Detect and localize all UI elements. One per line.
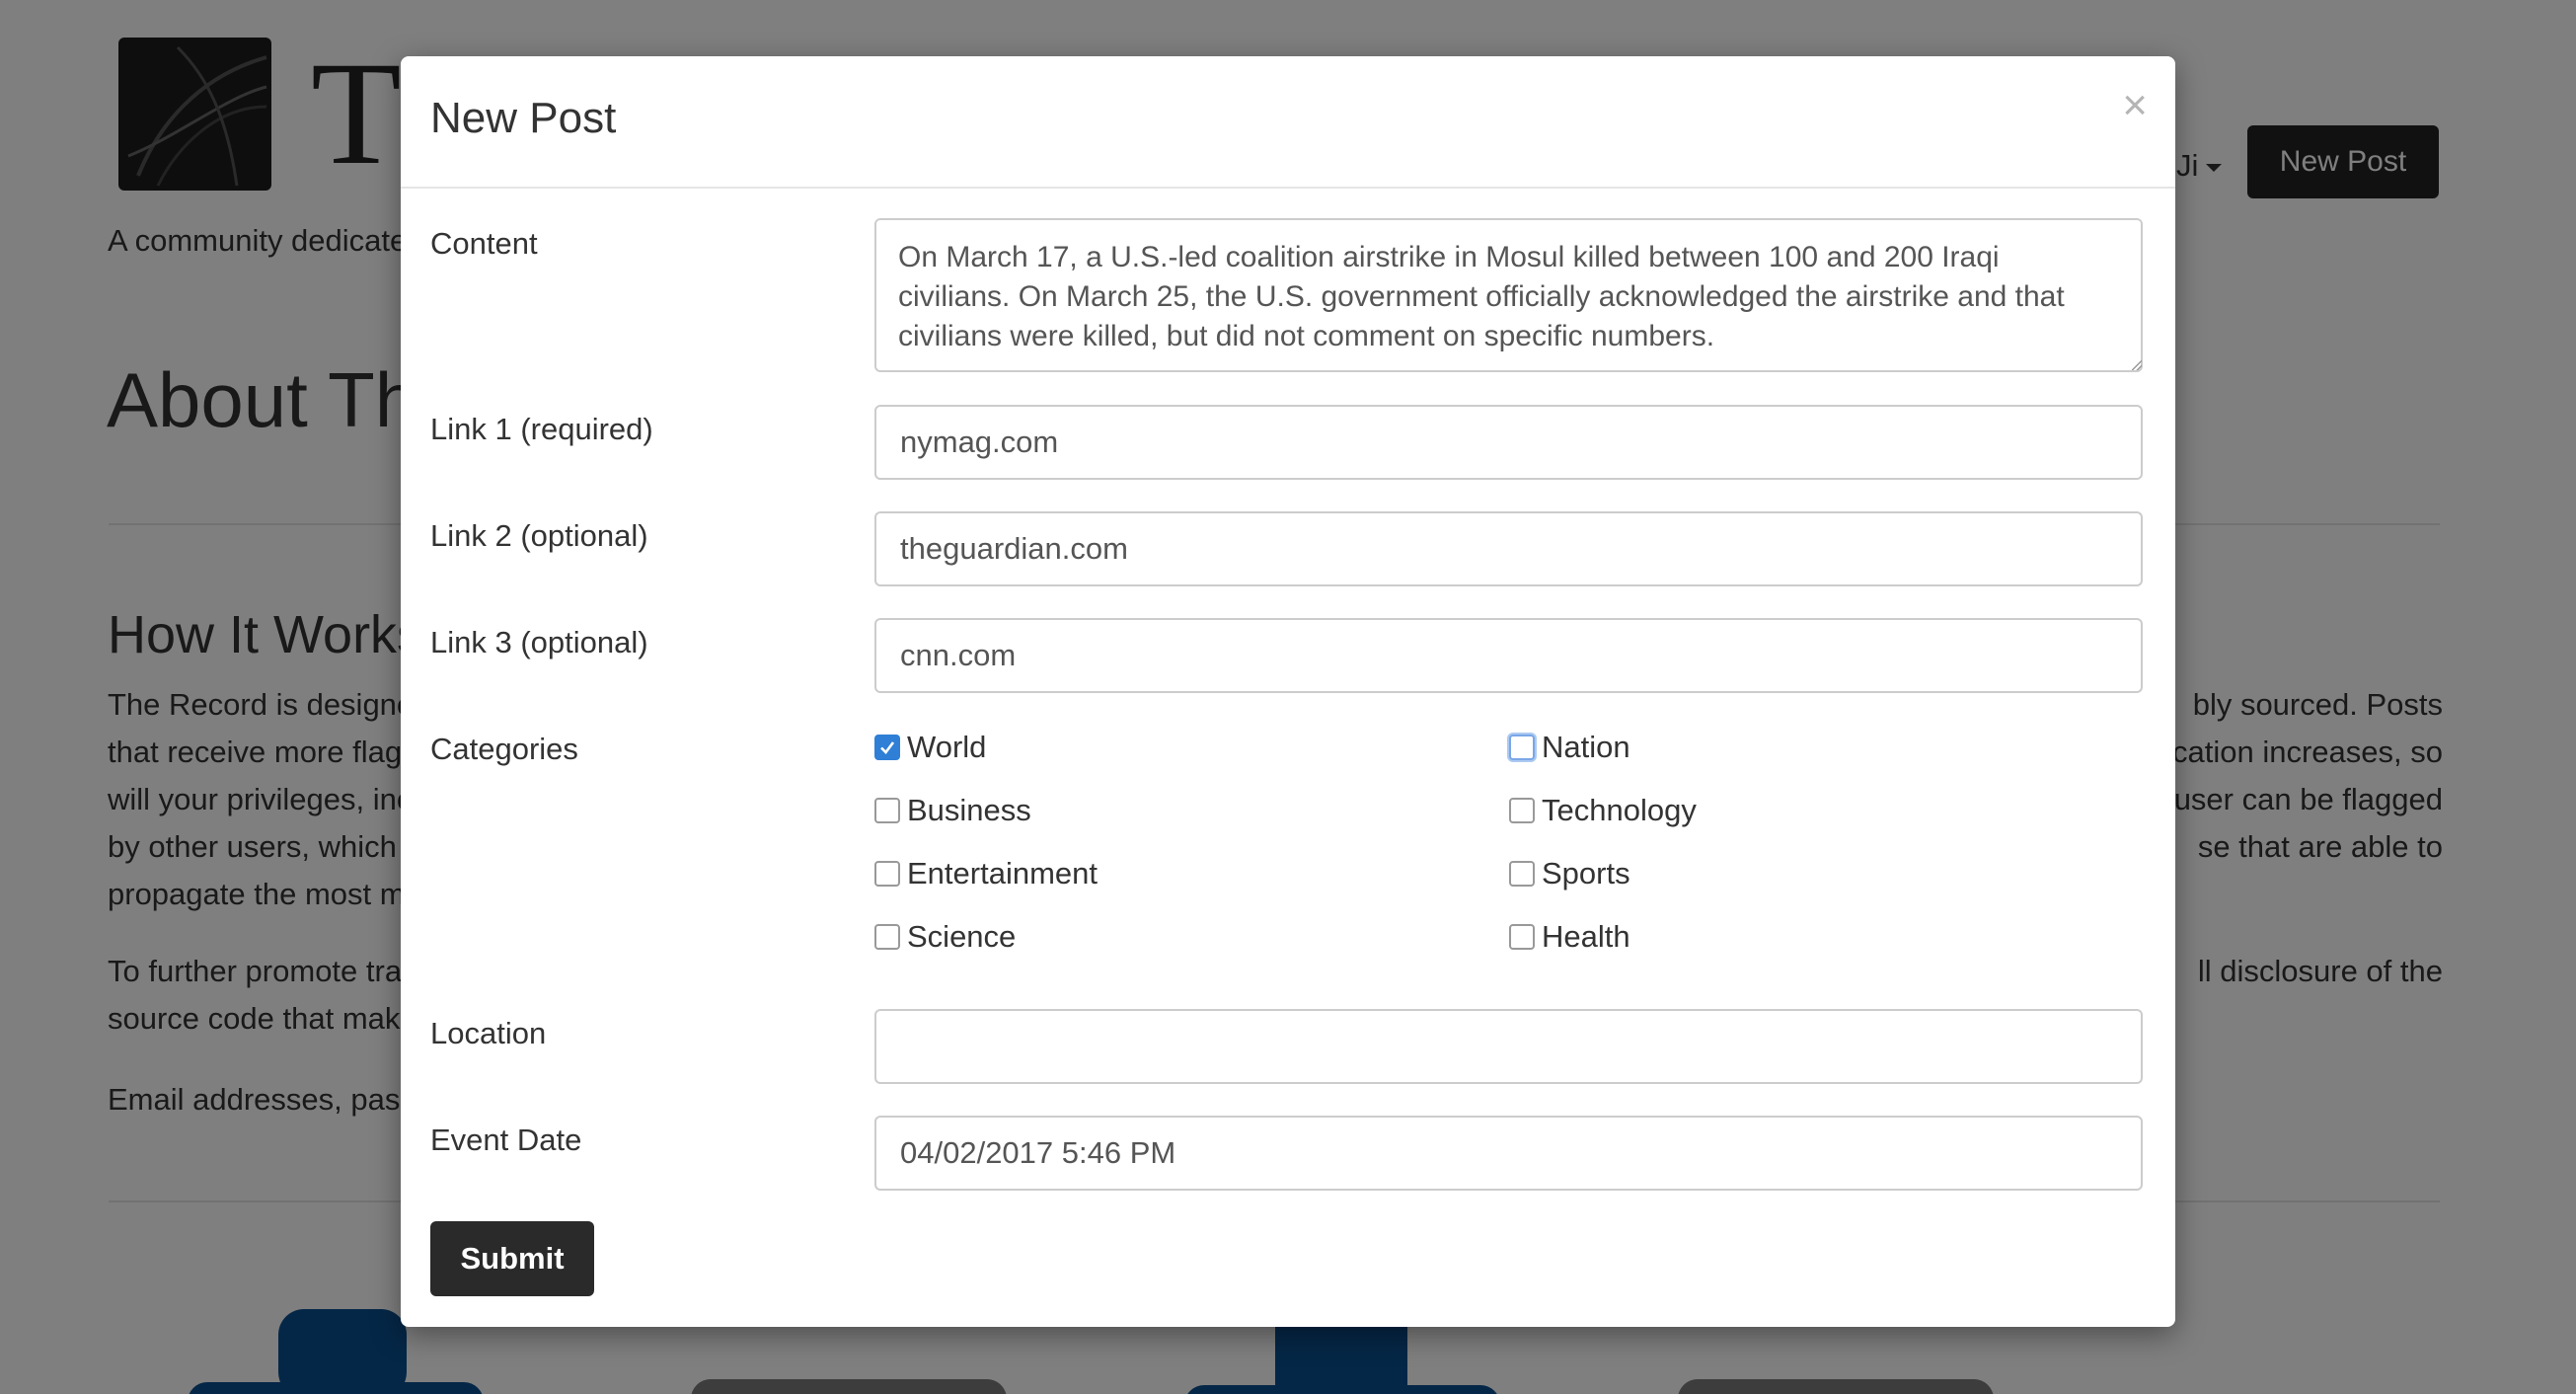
location-label: Location [430,1016,547,1050]
submit-button[interactable]: Submit [430,1221,594,1296]
categories-label: Categories [430,732,578,766]
category-label: Sports [1542,856,1630,891]
link1-input[interactable] [874,405,2143,480]
event-date-input[interactable] [874,1116,2143,1191]
checkmark-icon [880,741,895,754]
category-label: Nation [1542,730,1630,764]
content-label: Content [430,226,538,261]
category-science[interactable]: Science [874,919,1016,955]
checkbox[interactable] [1509,798,1535,823]
close-icon[interactable]: × [2122,84,2148,127]
category-health[interactable]: Health [1509,919,1630,955]
category-entertainment[interactable]: Entertainment [874,856,1098,891]
category-technology[interactable]: Technology [1509,793,1697,828]
modal-title: New Post [430,94,617,142]
link3-input[interactable] [874,618,2143,693]
category-label: Science [907,919,1017,954]
link2-input[interactable] [874,511,2143,586]
event-date-label: Event Date [430,1123,582,1157]
link1-label: Link 1 (required) [430,412,653,446]
category-label: Entertainment [907,856,1098,891]
link2-label: Link 2 (optional) [430,518,648,553]
category-nation[interactable]: Nation [1509,730,1630,765]
checkbox[interactable] [1509,861,1535,887]
category-label: World [907,730,987,764]
link3-label: Link 3 (optional) [430,625,648,659]
location-input[interactable] [874,1009,2143,1084]
category-label: Business [907,793,1031,827]
checkbox[interactable] [1509,924,1535,950]
new-post-modal: New Post × Content On March 17, a U.S.-l… [401,56,2175,1327]
checkbox[interactable] [874,798,900,823]
checkbox[interactable] [874,924,900,950]
resize-handle-icon[interactable] [2132,360,2142,370]
category-sports[interactable]: Sports [1509,856,1630,891]
checkbox[interactable] [1509,735,1535,760]
category-business[interactable]: Business [874,793,1031,828]
category-label: Technology [1542,793,1697,827]
checkbox[interactable] [874,735,900,760]
category-world[interactable]: World [874,730,986,765]
category-label: Health [1542,919,1630,954]
content-textarea[interactable]: On March 17, a U.S.-led coalition airstr… [874,218,2143,372]
modal-header: New Post × [401,56,2175,189]
checkbox[interactable] [874,861,900,887]
